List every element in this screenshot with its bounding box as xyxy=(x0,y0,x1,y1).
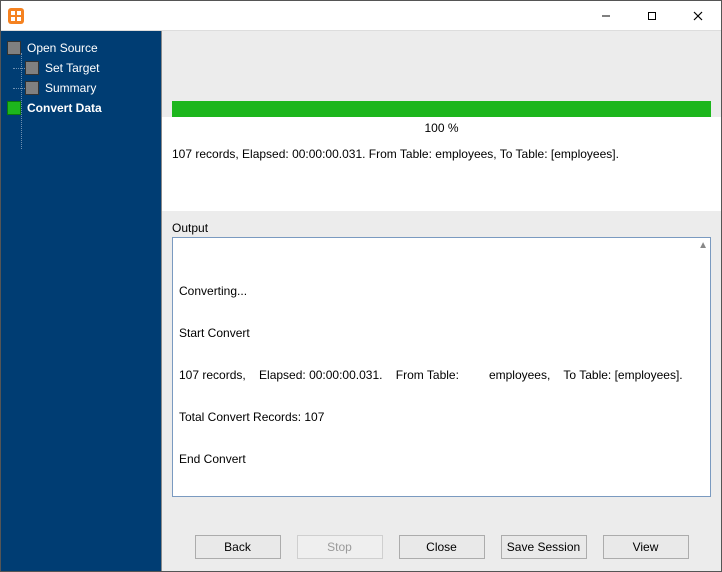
wizard-sidebar: Open Source Set Target Summary Convert D… xyxy=(1,31,161,571)
sidebar-item-label: Summary xyxy=(45,81,96,95)
minimize-button[interactable] xyxy=(583,1,629,30)
close-icon xyxy=(693,11,703,21)
progress-percent-text: 100 % xyxy=(162,121,721,135)
step-icon xyxy=(7,41,21,55)
app-window: Open Source Set Target Summary Convert D… xyxy=(0,0,722,572)
app-icon xyxy=(7,7,25,25)
close-window-button[interactable] xyxy=(675,1,721,30)
output-line: 107 records, Elapsed: 00:00:00.031. From… xyxy=(179,368,704,382)
sidebar-item-label: Convert Data xyxy=(27,101,102,115)
maximize-button[interactable] xyxy=(629,1,675,30)
progress-bar xyxy=(172,101,711,117)
button-bar: Back Stop Close Save Session View xyxy=(162,525,721,571)
sidebar-item-set-target[interactable]: Set Target xyxy=(25,61,155,75)
step-icon xyxy=(25,81,39,95)
save-session-button[interactable]: Save Session xyxy=(501,535,587,559)
scroll-up-icon[interactable]: ▲ xyxy=(698,240,708,251)
minimize-icon xyxy=(601,11,611,21)
sidebar-item-label: Set Target xyxy=(45,61,99,75)
progress-section xyxy=(162,31,721,117)
output-textarea[interactable]: ▲ Converting... Start Convert 107 record… xyxy=(172,237,711,497)
view-button[interactable]: View xyxy=(603,535,689,559)
sidebar-item-label: Open Source xyxy=(27,41,98,55)
view-button-label: View xyxy=(633,540,659,554)
stop-button: Stop xyxy=(297,535,383,559)
close-button-label: Close xyxy=(426,540,457,554)
output-caret: | xyxy=(179,494,704,497)
output-label: Output xyxy=(172,221,711,235)
output-line: End Convert xyxy=(179,452,704,466)
save-session-button-label: Save Session xyxy=(507,540,580,554)
output-line: Start Convert xyxy=(179,326,704,340)
sidebar-item-convert-data[interactable]: Convert Data xyxy=(7,101,155,115)
output-line: Converting... xyxy=(179,284,704,298)
main-panel: 100 % 107 records, Elapsed: 00:00:00.031… xyxy=(161,31,721,571)
step-icon-active xyxy=(7,101,21,115)
back-button-label: Back xyxy=(224,540,251,554)
sidebar-item-summary[interactable]: Summary xyxy=(25,81,155,95)
output-line: Total Convert Records: 107 xyxy=(179,410,704,424)
back-button[interactable]: Back xyxy=(195,535,281,559)
step-icon xyxy=(25,61,39,75)
sidebar-item-open-source[interactable]: Open Source xyxy=(7,41,155,55)
stop-button-label: Stop xyxy=(327,540,352,554)
titlebar xyxy=(1,1,721,31)
close-button[interactable]: Close xyxy=(399,535,485,559)
maximize-icon xyxy=(647,11,657,21)
status-line: 107 records, Elapsed: 00:00:00.031. From… xyxy=(162,145,721,171)
